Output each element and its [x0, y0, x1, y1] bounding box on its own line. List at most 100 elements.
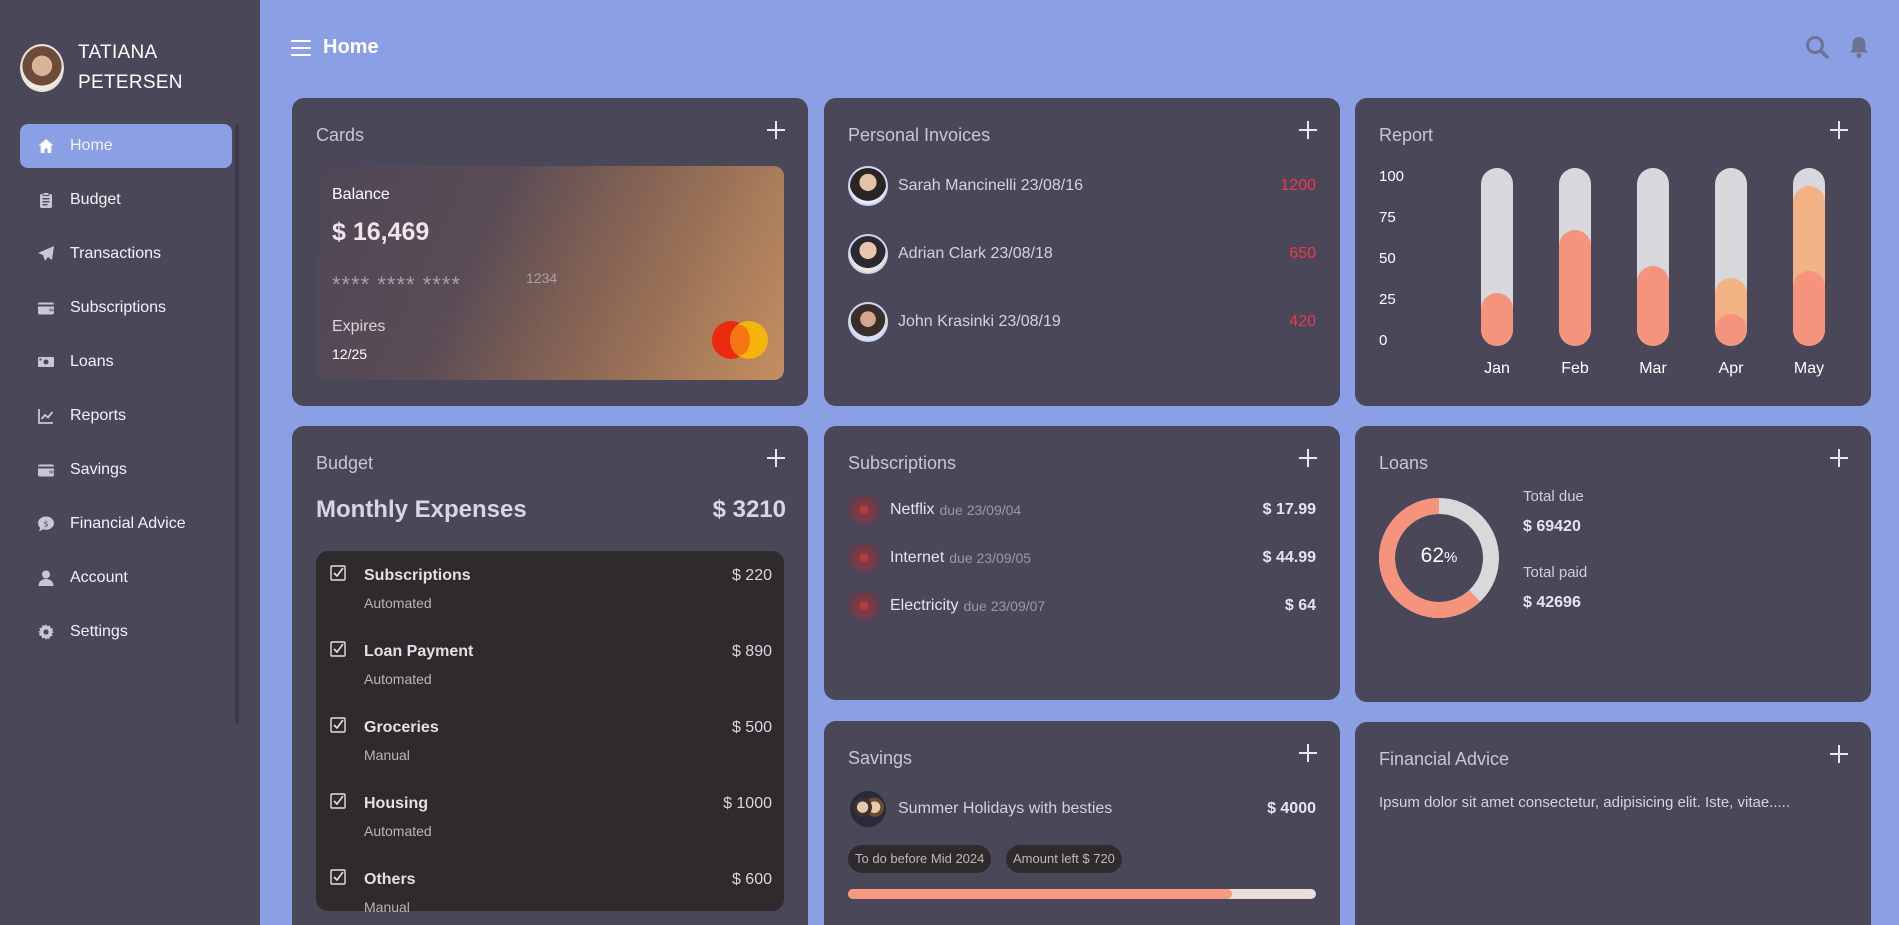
sidebar-item-loans[interactable]: Loans — [20, 340, 232, 384]
loan-percent: 62% — [1377, 544, 1501, 568]
x-tick-label: Mar — [1639, 360, 1667, 377]
subscription-row[interactable]: Internet due 23/09/05 $ 44.99 — [848, 542, 1316, 574]
balance-value: $ 16,469 — [332, 218, 430, 246]
checkbox-checked-icon[interactable] — [330, 793, 346, 809]
sidebar-item-label: Financial Advice — [70, 515, 186, 532]
expires-label: Expires — [332, 318, 386, 335]
monthly-expenses-heading: Monthly Expenses — [316, 496, 527, 523]
invoice-name: Adrian Clark 23/08/18 — [898, 245, 1053, 262]
subscription-amount: $ 17.99 — [1262, 501, 1316, 518]
expense-type: Manual — [364, 747, 410, 763]
sidebar-item-savings[interactable]: Savings — [20, 448, 232, 492]
subscription-name: Electricity — [890, 597, 959, 614]
checkbox-checked-icon[interactable] — [330, 641, 346, 657]
sidebar-item-financial-advice[interactable]: $ Financial Advice — [20, 502, 232, 546]
home-icon — [36, 137, 56, 155]
add-subscription-button[interactable] — [1298, 448, 1318, 468]
sidebar-item-label: Account — [70, 569, 128, 586]
invoice-amount: 420 — [1289, 313, 1316, 330]
checkbox-checked-icon[interactable] — [330, 565, 346, 581]
subscription-due: due 23/09/07 — [963, 598, 1046, 614]
expense-item[interactable]: Subscriptions Automated $ 220 — [316, 565, 784, 625]
add-saving-button[interactable] — [1298, 743, 1318, 763]
expense-amount: $ 890 — [731, 643, 772, 660]
sidebar-item-settings[interactable]: Settings — [20, 610, 232, 654]
add-invoice-button[interactable] — [1298, 120, 1318, 140]
subscription-due: due 23/09/05 — [949, 550, 1032, 566]
financial-advice-title: Financial Advice — [1379, 749, 1510, 769]
subscription-amount: $ 44.99 — [1262, 549, 1316, 566]
sidebar-item-subscriptions[interactable]: Subscriptions — [20, 286, 232, 330]
card-last4: 1234 — [526, 270, 558, 286]
add-report-button[interactable] — [1829, 120, 1849, 140]
subscription-row[interactable]: Electricity due 23/09/07 $ 64 — [848, 590, 1316, 622]
y-tick-label: 100 — [1379, 168, 1405, 185]
clipboard-icon — [36, 191, 56, 209]
report-panel: Report 100 75 50 25 0 Jan Feb Mar Apr May — [1355, 98, 1871, 406]
sidebar-nav: Home Budget Transactions Subscriptions Loans… — [20, 124, 232, 664]
sidebar-item-budget[interactable]: Budget — [20, 178, 232, 222]
expense-name: Subscriptions — [364, 567, 471, 584]
subscription-name: Netflix — [890, 501, 935, 518]
expense-name: Housing — [364, 795, 428, 812]
expense-item[interactable]: Groceries Manual $ 500 — [316, 717, 784, 777]
expense-item[interactable]: Others Manual $ 600 — [316, 869, 784, 925]
financial-advice-text: Ipsum dolor sit amet consectetur, adipis… — [1379, 794, 1791, 811]
netflix-icon — [848, 494, 880, 526]
credit-card[interactable]: Balance $ 16,469 **** **** **** 1234 Exp… — [316, 166, 784, 380]
bar-track — [1793, 168, 1825, 346]
checkbox-checked-icon[interactable] — [330, 717, 346, 733]
avatar — [848, 789, 888, 829]
menu-toggle-button[interactable] — [291, 40, 311, 56]
subscription-row[interactable]: Netflix due 23/09/04 $ 17.99 — [848, 494, 1316, 526]
comment-dollar-icon: $ — [36, 515, 56, 533]
loans-panel: Loans 62% Total due $ 69420 Total paid $… — [1355, 426, 1871, 702]
expense-type: Automated — [364, 823, 432, 839]
expense-name: Groceries — [364, 719, 439, 736]
user-profile[interactable]: TATIANA PETERSEN — [20, 38, 208, 98]
invoice-row[interactable]: Sarah Mancinelli 23/08/16 1200 — [848, 166, 1316, 206]
invoices-panel: Personal Invoices Sarah Mancinelli 23/08… — [824, 98, 1340, 406]
sidebar-item-home[interactable]: Home — [20, 124, 232, 168]
bell-icon[interactable] — [1846, 34, 1872, 60]
add-budget-button[interactable] — [766, 448, 786, 468]
card-number-masked: **** **** **** — [332, 272, 461, 297]
sidebar-item-label: Settings — [70, 623, 128, 640]
expense-type: Automated — [364, 595, 432, 611]
sidebar-item-transactions[interactable]: Transactions — [20, 232, 232, 276]
avatar — [848, 166, 888, 206]
deadline-chip: To do before Mid 2024 — [848, 845, 992, 873]
sidebar-scrollbar[interactable] — [235, 124, 239, 724]
search-icon[interactable] — [1804, 34, 1830, 60]
y-tick-label: 75 — [1379, 209, 1396, 226]
total-due-value: $ 69420 — [1523, 518, 1581, 535]
sidebar-item-label: Loans — [70, 353, 114, 370]
sidebar-item-account[interactable]: Account — [20, 556, 232, 600]
bar-track — [1559, 168, 1591, 346]
paper-plane-icon — [36, 245, 56, 263]
savings-panel: Savings Summer Holidays with besties $ 4… — [824, 721, 1340, 925]
add-card-button[interactable] — [766, 120, 786, 140]
bar-jan-series-0 — [1481, 292, 1513, 346]
add-loan-button[interactable] — [1829, 448, 1849, 468]
sidebar-item-reports[interactable]: Reports — [20, 394, 232, 438]
add-advice-button[interactable] — [1829, 744, 1849, 764]
sidebar-item-label: Transactions — [70, 245, 161, 262]
saving-goal-row[interactable]: Summer Holidays with besties $ 4000 — [848, 789, 1316, 829]
expense-name: Loan Payment — [364, 643, 474, 660]
invoice-row[interactable]: John Krasinki 23/08/19 420 — [848, 302, 1316, 342]
balance-label: Balance — [332, 186, 390, 203]
expense-type: Automated — [364, 671, 432, 687]
bar-may-series-0 — [1793, 271, 1825, 346]
subscriptions-panel: Subscriptions Netflix due 23/09/04 $ 17.… — [824, 426, 1340, 700]
x-tick-label: Apr — [1718, 360, 1744, 377]
subscription-name: Internet — [890, 549, 945, 566]
bar-apr-series-0 — [1715, 313, 1747, 346]
invoice-row[interactable]: Adrian Clark 23/08/18 650 — [848, 234, 1316, 274]
expense-item[interactable]: Housing Automated $ 1000 — [316, 793, 784, 853]
expense-item[interactable]: Loan Payment Automated $ 890 — [316, 641, 784, 701]
avatar — [848, 302, 888, 342]
savings-progress-bar — [848, 889, 1316, 899]
checkbox-checked-icon[interactable] — [330, 869, 346, 885]
loan-percent-value: 62 — [1420, 544, 1444, 567]
